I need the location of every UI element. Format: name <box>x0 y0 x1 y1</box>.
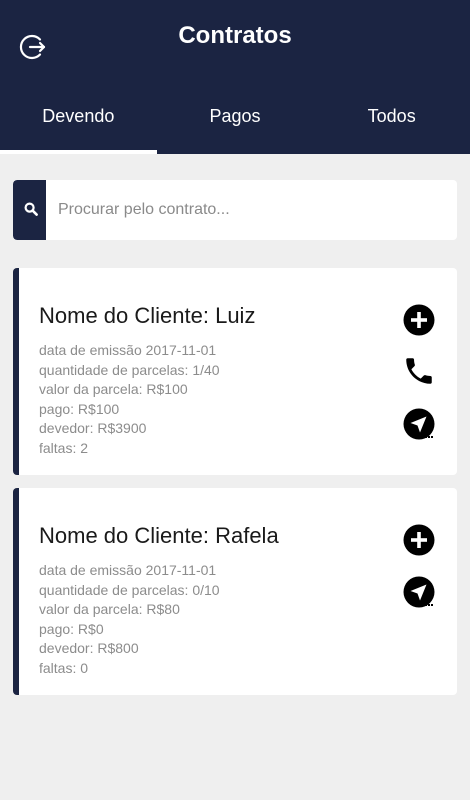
issue-date: data de emissão 2017-11-01 <box>39 342 217 358</box>
tab-devendo[interactable]: Devendo <box>0 96 157 154</box>
phone-icon[interactable] <box>402 354 436 388</box>
search-icon <box>24 202 38 216</box>
tab-todos[interactable]: Todos <box>313 96 470 154</box>
tab-bar: Devendo Pagos Todos <box>0 96 470 154</box>
contract-card[interactable]: Nome do Cliente: Rafela data de emissão … <box>13 488 457 695</box>
missed-count: faltas: 0 <box>39 659 89 676</box>
installment-value: valor da parcela: R$80 <box>39 601 180 618</box>
app-bar: Contratos Devendo Pagos Todos <box>0 0 470 154</box>
navigation-icon[interactable] <box>402 407 436 441</box>
contract-details: data de emissão 2017-11-01 quantidade de… <box>39 561 220 679</box>
issue-date: data de emissão 2017-11-01 <box>39 562 217 578</box>
page-title: Contratos <box>178 22 292 49</box>
paid-amount: pago: R$0 <box>39 620 104 637</box>
debt-amount: devedor: R$800 <box>39 640 139 657</box>
client-name: Nome do Cliente: Rafela <box>39 523 279 548</box>
installment-value: valor da parcela: R$100 <box>39 381 188 398</box>
add-circle-icon[interactable] <box>402 523 436 557</box>
client-name: Nome do Cliente: Luiz <box>39 303 256 328</box>
contract-details: data de emissão 2017-11-01 quantidade de… <box>39 341 220 459</box>
debt-amount: devedor: R$3900 <box>39 420 147 437</box>
missed-count: faltas: 2 <box>39 439 89 456</box>
paid-amount: pago: R$100 <box>39 400 120 417</box>
tab-pagos[interactable]: Pagos <box>157 96 314 154</box>
search-input[interactable] <box>58 180 448 240</box>
installments-count: quantidade de parcelas: 0/10 <box>39 581 220 598</box>
add-circle-icon[interactable] <box>402 303 436 337</box>
navigation-icon[interactable] <box>402 575 436 609</box>
search-bar <box>13 180 457 240</box>
search-button[interactable] <box>13 180 46 240</box>
installments-count: quantidade de parcelas: 1/40 <box>39 361 220 378</box>
contract-card[interactable]: Nome do Cliente: Luiz data de emissão 20… <box>13 268 457 475</box>
